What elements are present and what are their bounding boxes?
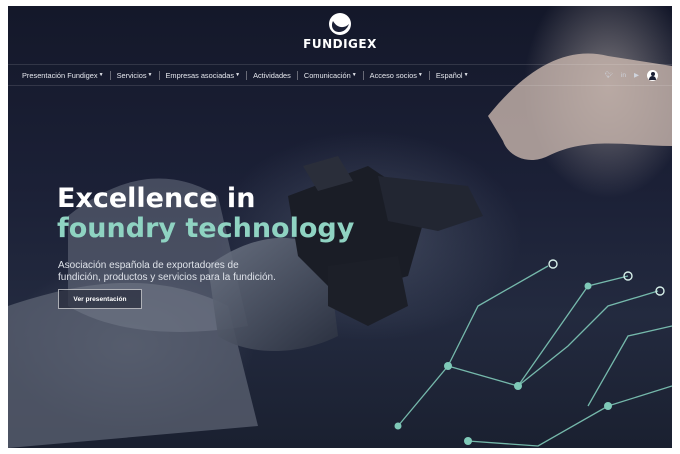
- nav-divider: [246, 70, 248, 80]
- brand-logo[interactable]: FUNDIGEX: [300, 12, 380, 51]
- nav-item-actividades[interactable]: Actividades: [253, 70, 304, 80]
- nav-divider: [362, 70, 364, 80]
- user-account-icon[interactable]: [647, 69, 658, 81]
- subtitle-line-1: Asociación española de exportadores de: [58, 260, 239, 271]
- main-navigation: Presentación Fundigex ▼ Servicios ▼ Empres…: [8, 64, 672, 86]
- nav-item-comunicacion[interactable]: Comunicación ▼: [304, 70, 370, 80]
- hero-subtitle: Asociación española de exportadores de f…: [58, 260, 358, 284]
- chevron-down-icon: ▼: [235, 72, 241, 78]
- language-selector[interactable]: Español ▼: [436, 71, 469, 80]
- social-links: 🐦︎ in ▶: [605, 65, 658, 85]
- nav-divider: [158, 70, 160, 80]
- nav-divider: [428, 70, 430, 80]
- nav-divider: [296, 70, 298, 80]
- chevron-down-icon: ▼: [147, 72, 153, 78]
- nav-item-empresas[interactable]: Empresas asociadas ▼: [166, 70, 254, 80]
- subtitle-line-2: fundición, productos y servicios para la…: [58, 272, 276, 283]
- twitter-icon[interactable]: 🐦︎: [605, 71, 613, 79]
- nav-item-presentacion[interactable]: Presentación Fundigex ▼: [22, 70, 117, 80]
- chevron-down-icon: ▼: [463, 72, 469, 78]
- nav-divider: [109, 70, 111, 80]
- brand-mark-icon: [329, 13, 351, 35]
- chevron-down-icon: ▼: [351, 72, 357, 78]
- hero-banner: FUNDIGEX Presentación Fundigex ▼ Servicio…: [8, 6, 672, 448]
- youtube-icon[interactable]: ▶: [634, 71, 639, 79]
- headline-line-2: foundry technology: [57, 213, 355, 244]
- headline-line-1: Excellence in: [57, 183, 256, 214]
- chevron-down-icon: ▼: [98, 72, 104, 78]
- brand-name: FUNDIGEX: [303, 37, 377, 51]
- ver-presentacion-button[interactable]: Ver presentación: [58, 289, 142, 309]
- nav-item-servicios[interactable]: Servicios ▼: [117, 70, 166, 80]
- linkedin-icon[interactable]: in: [621, 72, 626, 79]
- hero-headline: Excellence in foundry technology: [57, 184, 354, 244]
- nav-item-acceso-socios[interactable]: Acceso socios ▼: [370, 70, 436, 80]
- chevron-down-icon: ▼: [417, 72, 423, 78]
